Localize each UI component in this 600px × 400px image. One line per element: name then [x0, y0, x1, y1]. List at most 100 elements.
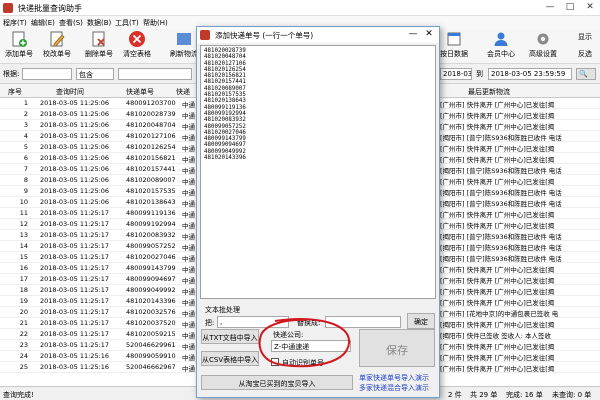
col-courier[interactable]: 快递 — [176, 87, 190, 97]
col-index[interactable]: 序号 — [8, 87, 22, 97]
member-center-button[interactable]: 会员中心 — [484, 30, 518, 62]
cell-query-time: 2018-03-05 11:25:17 — [40, 330, 110, 338]
cell-courier: 中通 — [182, 343, 195, 351]
filter-field-select[interactable] — [22, 68, 72, 80]
cell-courier: 中通 — [182, 211, 195, 219]
tracking-numbers-textarea[interactable]: 481020028739 481020048704 481020127106 4810… — [200, 45, 436, 299]
menu-data[interactable]: 数据(B) — [87, 18, 111, 28]
filter-field-label: 根据: — [3, 70, 20, 78]
dialog-app-icon — [200, 30, 210, 40]
show-label[interactable]: 显示 — [578, 32, 592, 42]
cell-index: 2 — [23, 110, 28, 118]
menu-view[interactable]: 查看(S) — [59, 18, 83, 28]
cell-tracking-number: 481020032576 — [126, 308, 176, 316]
menu-edit[interactable]: 编辑(E) — [31, 18, 55, 28]
cell-tracking-number: 481020089007 — [126, 176, 176, 184]
confirm-replace-button[interactable]: 确定 — [407, 313, 435, 329]
cell-index: 6 — [23, 154, 28, 162]
cell-tracking-number: 480099192994 — [126, 220, 176, 228]
dialog-minimize-icon[interactable]: — — [405, 29, 421, 39]
cell-last-update: [广州市] 快件离开 [广州中心]已发往[揭 — [440, 266, 555, 274]
cell-courier: 中通 — [182, 145, 195, 153]
filter-mode-select[interactable]: 包含 — [76, 68, 114, 80]
cell-tracking-number: 480099049992 — [126, 286, 176, 294]
cell-query-time: 2018-03-05 11:25:16 — [40, 352, 110, 360]
cell-index: 20 — [19, 308, 28, 316]
add-document-icon — [12, 31, 27, 47]
cell-tracking-number: 480099143799 — [126, 264, 176, 272]
cell-last-update: [揭阳市] [普宁]陈S936和陈胜已收件 电话 — [440, 134, 562, 142]
filter-date-to-input[interactable]: 2018-03-05 23:59:59 — [488, 68, 572, 80]
cell-courier: 中通 — [182, 244, 195, 252]
annotation-circle-icon — [258, 318, 351, 368]
cell-tracking-number: 481020157535 — [126, 187, 176, 195]
cell-tracking-number: 481020157441 — [126, 165, 176, 173]
clear-icon — [129, 31, 145, 47]
filter-date-from-input[interactable]: 2018-03-05 00:00:00 — [440, 68, 472, 80]
cell-query-time: 2018-03-05 11:25:06 — [40, 110, 110, 118]
filter-keyword-input[interactable] — [118, 68, 192, 80]
cell-query-time: 2018-03-05 11:25:17 — [40, 319, 110, 327]
cell-last-update: [揭阳市] 快件离开 [广州中心]已发往[揭 — [440, 321, 555, 329]
cell-index: 21 — [19, 319, 28, 327]
save-button[interactable]: 保存 — [359, 329, 435, 367]
modify-number-button[interactable]: 校改单号 — [42, 30, 72, 62]
import-taobao-button[interactable]: 从淘宝已买到的宝贝导入 — [201, 375, 353, 390]
app-icon — [3, 3, 13, 13]
date-to-label: 到 — [476, 70, 483, 78]
cell-last-update: [广州市] 快件离开 [广州中心]已发往[揭 — [440, 354, 555, 362]
cell-tracking-number: 481020037520 — [126, 319, 176, 327]
cell-last-update: [揭阳市] 快件已签收 签收人: 本人签收 — [440, 332, 551, 340]
cell-tracking-number: 480091203700 — [126, 99, 176, 107]
cell-last-update: [广州市] 快件离开 [广州中心]已发往[揭 — [440, 299, 555, 307]
delete-number-button[interactable]: 删除单号 — [84, 30, 114, 62]
col-tracking-number[interactable]: 快递单号 — [126, 87, 154, 97]
col-last-update[interactable]: 最后更新物流 — [468, 87, 510, 97]
cell-query-time: 2018-03-05 11:25:17 — [40, 286, 110, 294]
cell-last-update: [广州市] 快件离开 [广州中心]已发往[揭 — [440, 365, 555, 373]
cell-last-update: [广州市] [花地中京]的中通包裹已签收 电 — [440, 310, 559, 318]
clear-table-button[interactable]: 清空表格 — [122, 30, 152, 62]
single-courier-demo-link[interactable]: 单家快递单号导入演示 — [359, 373, 429, 383]
cell-last-update: [广州市] 快件离开 [广州中心]已发往[揭 — [440, 277, 555, 285]
cell-courier: 中通 — [182, 167, 195, 175]
minimize-icon[interactable]: — — [540, 2, 560, 12]
menu-help[interactable]: 帮助(H) — [143, 18, 168, 28]
cell-courier: 中通 — [182, 277, 195, 285]
cell-tracking-number: 481020083932 — [126, 231, 176, 239]
maximize-icon[interactable]: □ — [560, 2, 580, 12]
cell-query-time: 2018-03-05 11:25:17 — [40, 264, 110, 272]
add-number-button[interactable]: 添加单号 — [4, 30, 34, 62]
refresh-logistics-button[interactable]: 刷新物流 — [170, 30, 198, 62]
cell-last-update: [广州市] 快件离开 [广州中心]已发往[揭 — [440, 211, 555, 219]
cell-index: 23 — [19, 341, 28, 349]
menu-tools[interactable]: 工具(T) — [115, 18, 139, 28]
cell-courier: 中通 — [182, 222, 195, 230]
dialog-titlebar: 添加快递单号 (一行一个单号) — ✕ — [197, 27, 439, 43]
dialog-close-icon[interactable]: ✕ — [421, 29, 437, 39]
cell-index: 24 — [19, 352, 28, 360]
replace-from-label: 把: — [205, 319, 215, 327]
daily-data-button[interactable]: 按日数据 — [436, 30, 472, 62]
import-txt-button[interactable]: 从TXT文档中导入 — [201, 329, 259, 344]
cell-last-update: [广州市] 快件离开 [广州中心]已发往[揭 — [440, 145, 555, 153]
delete-document-icon — [92, 31, 105, 47]
cell-courier: 中通 — [182, 189, 195, 197]
close-icon[interactable]: ✕ — [580, 2, 600, 12]
import-csv-button[interactable]: 从CSV表格中导入 — [201, 351, 259, 366]
menu-program[interactable]: 程序(T) — [3, 18, 27, 28]
cell-courier: 中通 — [182, 321, 195, 329]
cell-query-time: 2018-03-05 11:25:06 — [40, 176, 110, 184]
invert-select-label[interactable]: 反选 — [578, 49, 592, 59]
cell-courier: 中通 — [182, 156, 195, 164]
dialog-title: 添加快递单号 (一行一个单号) — [215, 31, 314, 40]
cell-courier: 中通 — [182, 134, 195, 142]
cell-courier: 中通 — [182, 101, 195, 109]
advanced-settings-button[interactable]: 高级设置 — [526, 30, 560, 62]
text-process-label: 文本批处理 — [205, 306, 240, 314]
cell-query-time: 2018-03-05 11:25:17 — [40, 242, 110, 250]
search-button[interactable]: 🔍 — [576, 68, 596, 80]
col-query-time[interactable]: 查询时间 — [56, 87, 84, 97]
multi-courier-demo-link[interactable]: 多家快递混合导入演示 — [359, 383, 429, 393]
cell-index: 15 — [19, 253, 28, 261]
